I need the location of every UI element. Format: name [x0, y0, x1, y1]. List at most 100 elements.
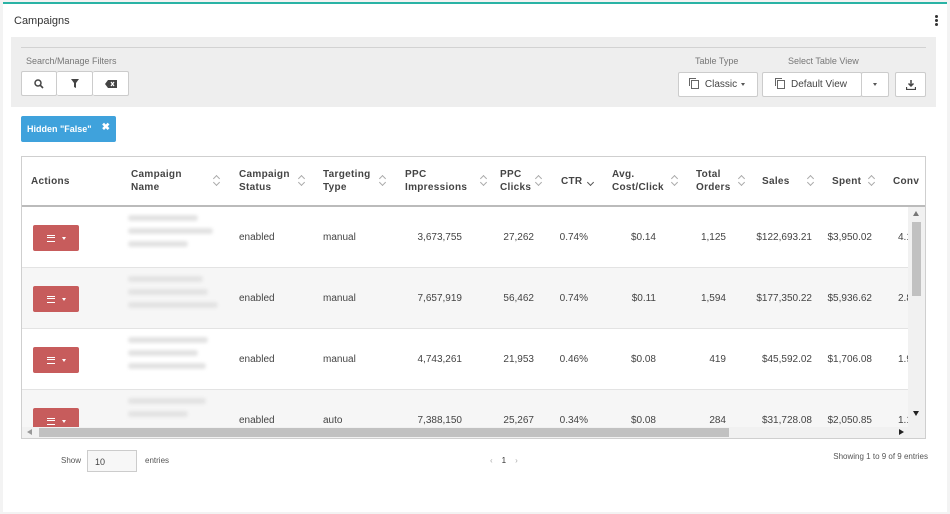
- sort-icon[interactable]: [536, 175, 542, 187]
- filter-button[interactable]: [57, 71, 93, 96]
- campaign-name-redacted[interactable]: [128, 276, 222, 322]
- table-type-value: Classic: [704, 79, 738, 90]
- cell-clicks: 56,462: [503, 293, 534, 304]
- cell-sales: $31,728.08: [761, 415, 812, 426]
- download-icon: [905, 79, 916, 90]
- col-actions: Actions: [31, 175, 70, 187]
- table-header: Actions Campaign Name Campaign Status Ta…: [22, 157, 925, 207]
- table-type-dropdown[interactable]: Classic: [678, 72, 758, 97]
- col-conv[interactable]: Conv: [893, 157, 919, 205]
- cell-clicks: 27,262: [503, 232, 534, 243]
- cell-cpc: $0.14: [630, 232, 656, 243]
- table-row: enabled manual 7,657,919 56,462 0.74% $0…: [22, 268, 910, 329]
- cell-sales: $177,350.22: [756, 293, 812, 304]
- vertical-scrollbar[interactable]: [908, 207, 925, 429]
- active-filter-chip[interactable]: Hidden "False" ✖: [21, 116, 116, 142]
- sort-icon[interactable]: [739, 175, 745, 187]
- sort-icon[interactable]: [299, 175, 305, 187]
- sort-icon[interactable]: [808, 175, 814, 187]
- row-actions-button[interactable]: [33, 286, 79, 312]
- chevron-down-icon: [873, 83, 877, 86]
- horizontal-scrollbar[interactable]: [22, 427, 925, 438]
- prev-page-button[interactable]: ‹: [490, 456, 493, 465]
- cell-spent: $1,706.08: [827, 354, 873, 365]
- cell-status: enabled: [239, 415, 275, 426]
- sort-icon[interactable]: [380, 175, 386, 187]
- row-actions-button[interactable]: [33, 225, 79, 251]
- close-icon[interactable]: ✖: [102, 122, 110, 133]
- col-campaign-status[interactable]: Campaign Status: [239, 157, 301, 205]
- chip-label: Hidden "False": [27, 124, 92, 134]
- current-page[interactable]: 1: [502, 456, 506, 465]
- col-ppc-impressions[interactable]: PPC Impressions: [405, 157, 475, 205]
- search-filters-label: Search/Manage Filters: [26, 56, 117, 66]
- campaign-name-redacted[interactable]: [128, 398, 222, 429]
- scroll-right-icon[interactable]: [899, 429, 904, 435]
- download-button[interactable]: [895, 72, 926, 97]
- menu-icon: [46, 234, 55, 242]
- cell-targeting: manual: [323, 232, 356, 243]
- chevron-down-icon: [741, 83, 746, 86]
- menu-icon: [46, 295, 55, 303]
- vertical-scroll-thumb[interactable]: [912, 222, 921, 296]
- cell-orders: 1,594: [700, 293, 726, 304]
- cell-impressions: 7,657,919: [417, 293, 463, 304]
- cell-orders: 284: [709, 415, 726, 426]
- campaign-name-redacted[interactable]: [128, 337, 222, 383]
- sort-desc-icon[interactable]: [588, 175, 594, 187]
- col-sales[interactable]: Sales: [762, 157, 790, 205]
- cell-status: enabled: [239, 232, 275, 243]
- row-actions-button[interactable]: [33, 408, 79, 429]
- campaign-name-redacted[interactable]: [128, 215, 222, 261]
- table-row: enabled manual 4,743,261 21,953 0.46% $0…: [22, 329, 910, 390]
- page-length-select[interactable]: 10: [87, 450, 137, 472]
- col-ctr[interactable]: CTR: [561, 157, 582, 205]
- col-avg-cost-click[interactable]: Avg. Cost/Click: [612, 157, 672, 205]
- col-ppc-clicks[interactable]: PPC Clicks: [500, 157, 540, 205]
- pagination: ‹ 1 ›: [490, 456, 518, 465]
- campaigns-table: Actions Campaign Name Campaign Status Ta…: [21, 156, 926, 439]
- cell-clicks: 21,953: [503, 354, 534, 365]
- menu-icon: [46, 356, 55, 364]
- menu-icon: [46, 417, 55, 425]
- scroll-up-icon[interactable]: [913, 211, 919, 216]
- sort-icon[interactable]: [214, 175, 220, 187]
- table-body: enabled manual 3,673,755 27,262 0.74% $0…: [22, 207, 910, 429]
- cell-ctr: 0.74%: [559, 293, 588, 304]
- col-campaign-name[interactable]: Campaign Name: [131, 157, 201, 205]
- col-total-orders[interactable]: Total Orders: [696, 157, 736, 205]
- copy-icon: [688, 78, 699, 89]
- scroll-left-icon[interactable]: [27, 429, 32, 435]
- sort-icon[interactable]: [481, 175, 487, 187]
- cell-cpc: $0.08: [630, 415, 656, 426]
- col-targeting-type[interactable]: Targeting Type: [323, 157, 383, 205]
- scroll-down-icon[interactable]: [913, 411, 919, 416]
- col-spent[interactable]: Spent: [832, 157, 861, 205]
- cell-cpc: $0.11: [631, 293, 656, 304]
- more-options-icon[interactable]: [935, 15, 939, 27]
- cell-impressions: 3,673,755: [417, 232, 463, 243]
- cell-sales: $122,693.21: [756, 232, 812, 243]
- cell-spent: $5,936.62: [827, 293, 873, 304]
- table-view-button[interactable]: Default View: [762, 72, 862, 97]
- sort-icon[interactable]: [672, 175, 678, 187]
- cell-targeting: manual: [323, 354, 356, 365]
- row-actions-button[interactable]: [33, 347, 79, 373]
- cell-spent: $3,950.02: [827, 232, 873, 243]
- search-button[interactable]: [21, 71, 57, 96]
- sort-icon[interactable]: [869, 175, 875, 187]
- chevron-down-icon: [61, 358, 66, 362]
- cell-orders: 419: [709, 354, 726, 365]
- filter-toolbar: Search/Manage Filters Table Type Classic…: [11, 37, 936, 107]
- table-type-label: Table Type: [695, 56, 739, 66]
- cell-ctr: 0.46%: [559, 354, 588, 365]
- clear-filters-button[interactable]: [93, 71, 129, 96]
- cell-ctr: 0.34%: [559, 415, 588, 426]
- chevron-down-icon: [61, 236, 66, 240]
- horizontal-scroll-thumb[interactable]: [39, 428, 729, 437]
- cell-targeting: auto: [323, 415, 343, 426]
- backspace-icon: [104, 79, 117, 88]
- table-view-dropdown[interactable]: [861, 72, 889, 97]
- cell-orders: 1,125: [700, 232, 726, 243]
- next-page-button[interactable]: ›: [515, 456, 518, 465]
